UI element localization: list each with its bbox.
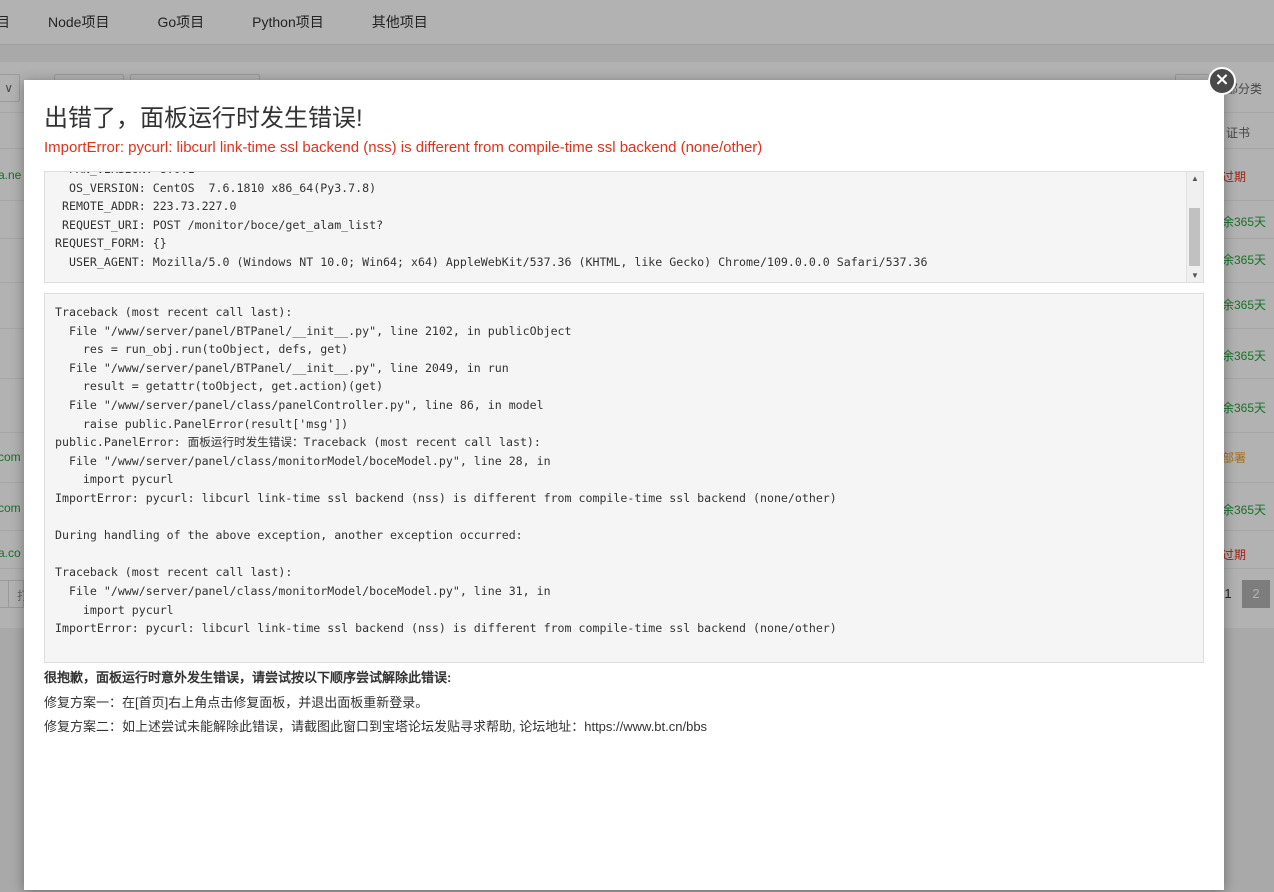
request-info-line: OS_VERSION: CentOS 7.6.1810 x86_64(Py3.7… [55, 180, 377, 195]
fix-option-two: 修复方案二：如上述尝试未能解除此错误，请截图此窗口到宝塔论坛发贴寻求帮助, 论坛… [44, 719, 708, 734]
traceback-line: Traceback (most recent call last): [55, 565, 293, 580]
request-info-box[interactable]: PAN_VERSION: 8.0.1 OS_VERSION: CentOS 7.… [44, 171, 1204, 283]
traceback-line: import pycurl [55, 472, 174, 487]
request-info-lines: PAN_VERSION: 8.0.1 OS_VERSION: CentOS 7.… [55, 172, 928, 272]
fix-option-one: 修复方案一：在[首页]右上角点击修复面板，并退出面板重新登录。 [44, 695, 429, 710]
traceback-line: Traceback (most recent call last): [55, 305, 293, 319]
traceback-lines: Traceback (most recent call last): File … [55, 303, 837, 638]
traceback-line: raise public.PanelError(result['msg']) [55, 416, 349, 431]
request-info-line: PAN_VERSION: 8.0.1 [55, 172, 928, 179]
scroll-down-arrow-icon[interactable]: ▼ [1191, 271, 1199, 280]
scrollbar-thumb[interactable] [1189, 208, 1200, 266]
error-summary: ImportError: pycurl: libcurl link-time s… [44, 139, 763, 156]
traceback-line: res = run_obj.run(toObject, defs, get) [55, 342, 349, 357]
request-info-line: REQUEST_URI: POST /monitor/boce/get_alam… [55, 217, 384, 232]
traceback-line: File "/www/server/panel/class/panelContr… [55, 397, 544, 412]
traceback-line: File "/www/server/panel/BTPanel/__init__… [55, 360, 509, 375]
traceback-line: ImportError: pycurl: libcurl link-time s… [55, 621, 837, 636]
traceback-box[interactable]: Traceback (most recent call last): File … [44, 293, 1204, 663]
traceback-line: public.PanelError: 面板运行时发生错误：Traceback (… [55, 435, 541, 450]
traceback-line: During handling of the above exception, … [55, 528, 523, 543]
traceback-line [55, 508, 837, 527]
scroll-up-arrow-icon[interactable]: ▲ [1191, 174, 1199, 183]
traceback-line: ImportError: pycurl: libcurl link-time s… [55, 490, 837, 505]
traceback-line: File "/www/server/panel/BTPanel/__init__… [55, 323, 572, 338]
traceback-line [55, 545, 837, 564]
request-info-line: REQUEST_FORM: {} [55, 236, 167, 251]
traceback-line: result = getattr(toObject, get.action)(g… [55, 379, 384, 394]
request-info-line: USER_AGENT: Mozilla/5.0 (Windows NT 10.0… [55, 254, 928, 269]
error-dialog: 出错了，面板运行时发生错误! ImportError: pycurl: libc… [24, 80, 1224, 890]
traceback-line: import pycurl [55, 602, 174, 617]
traceback-line: File "/www/server/panel/class/monitorMod… [55, 453, 551, 468]
request-info-scrollbar[interactable]: ▲ ▼ [1186, 172, 1203, 282]
close-icon[interactable]: × [1208, 67, 1236, 95]
error-title: 出错了，面板运行时发生错误! [44, 105, 363, 132]
traceback-line: File "/www/server/panel/class/monitorMod… [55, 583, 551, 598]
help-heading: 很抱歉，面板运行时意外发生错误，请尝试按以下顺序尝试解除此错误: [44, 670, 452, 685]
request-info-line: REMOTE_ADDR: 223.73.227.0 [55, 199, 237, 214]
